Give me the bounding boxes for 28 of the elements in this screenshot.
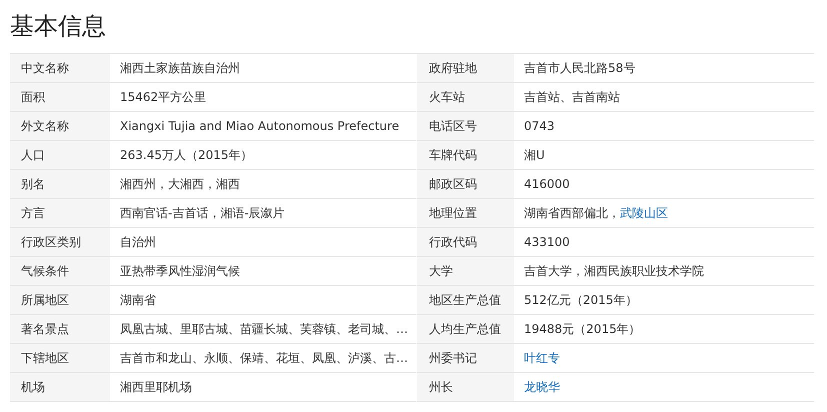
- field-label: 电话区号: [416, 112, 514, 141]
- field-label: 机场: [10, 373, 110, 402]
- field-label: 地区生产总值: [416, 286, 514, 315]
- field-label: 火车站: [416, 83, 514, 112]
- value-link[interactable]: 叶红专: [524, 351, 560, 365]
- field-label: 大学: [416, 257, 514, 286]
- value-link[interactable]: 武陵山区: [620, 206, 668, 220]
- field-label: 政府驻地: [416, 54, 514, 83]
- field-label: 面积: [10, 83, 110, 112]
- field-label: 下辖地区: [10, 344, 110, 373]
- field-label: 气候条件: [10, 257, 110, 286]
- field-label: 州长: [416, 373, 514, 402]
- field-label: 车牌代码: [416, 141, 514, 170]
- field-label: 行政区类别: [10, 228, 110, 257]
- field-label: 别名: [10, 170, 110, 199]
- field-label: 人均生产总值: [416, 315, 514, 344]
- section-title: 基本信息: [10, 11, 107, 42]
- value-link[interactable]: 龙晓华: [524, 380, 560, 394]
- field-label: 所属地区: [10, 286, 110, 315]
- field-label: 人口: [10, 141, 110, 170]
- field-label: 行政代码: [416, 228, 514, 257]
- field-label: 州委书记: [416, 344, 514, 373]
- field-label: 地理位置: [416, 199, 514, 228]
- field-label: 外文名称: [10, 112, 110, 141]
- field-label: 中文名称: [10, 54, 110, 83]
- field-label: 方言: [10, 199, 110, 228]
- field-label: 邮政区码: [416, 170, 514, 199]
- field-label: 著名景点: [10, 315, 110, 344]
